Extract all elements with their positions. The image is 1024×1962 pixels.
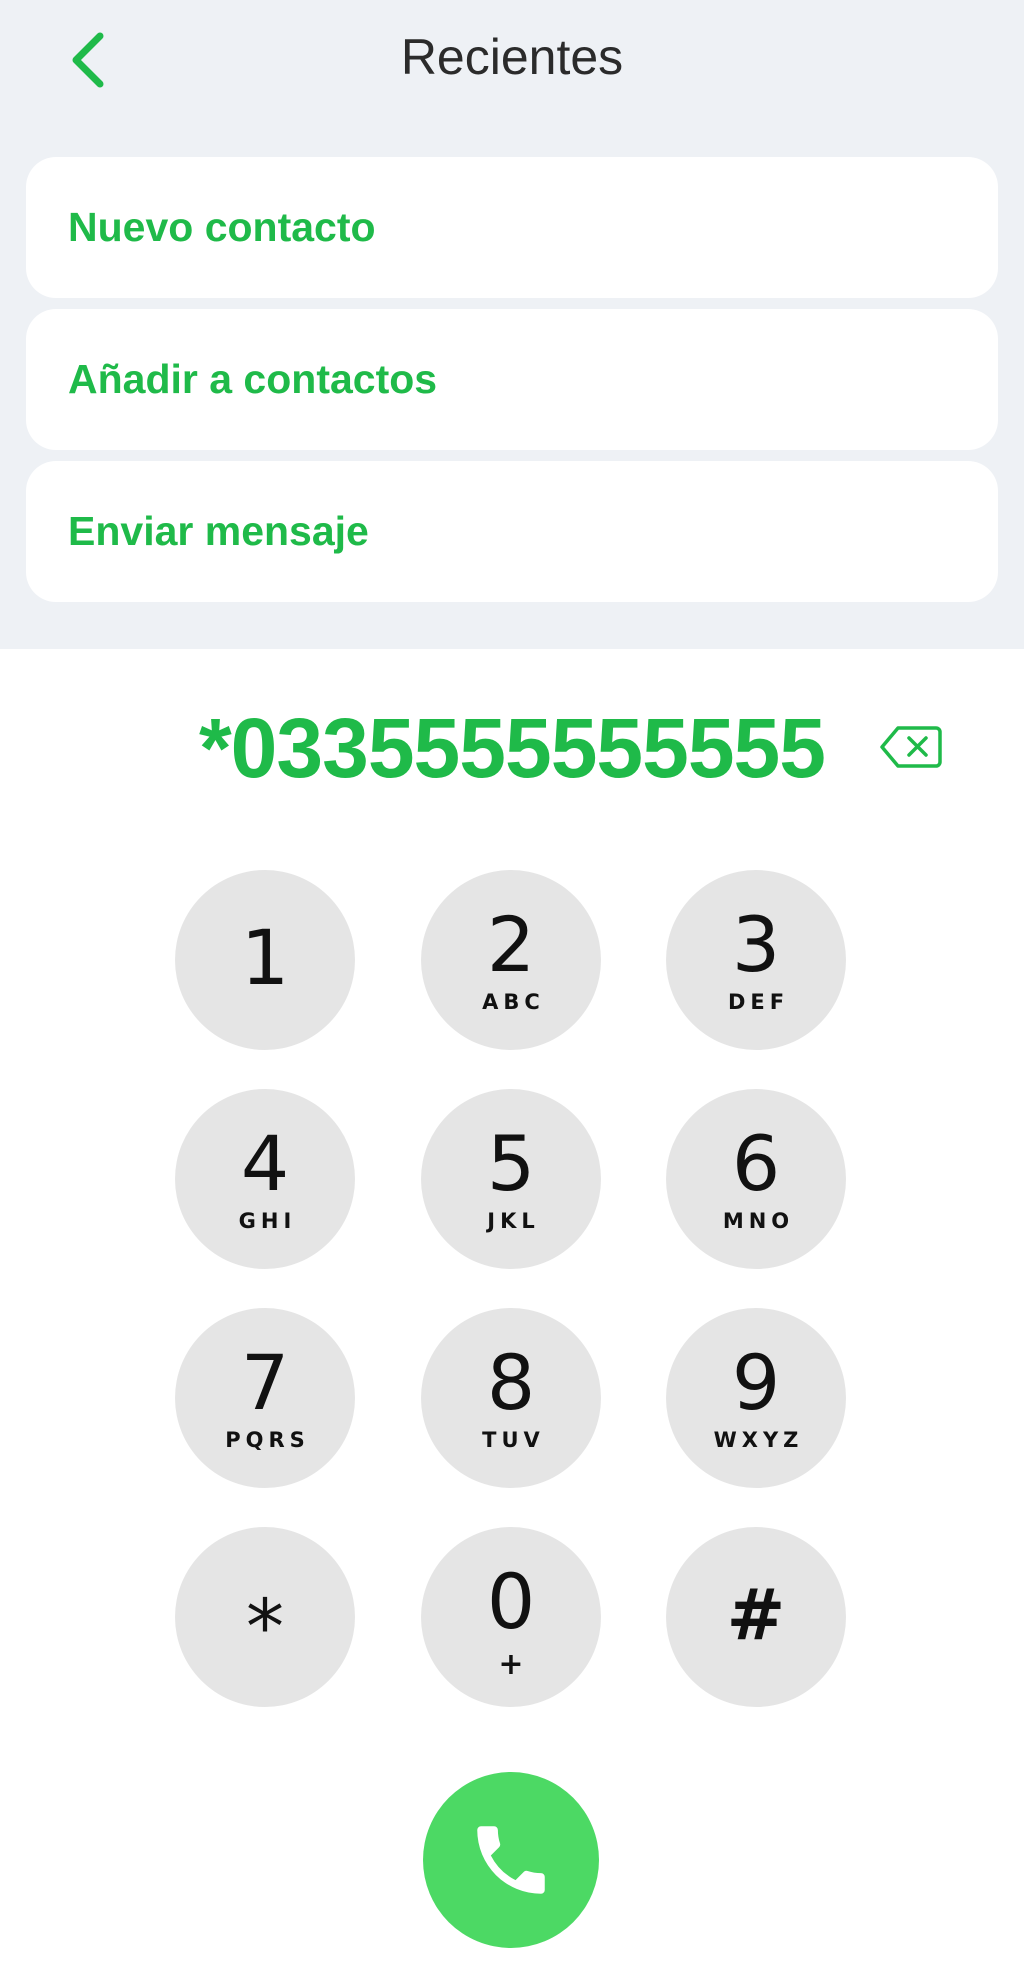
key-digit: # <box>726 1574 786 1656</box>
key-4[interactable]: 4 GHI <box>175 1089 355 1269</box>
add-to-contacts-label: Añadir a contactos <box>68 356 438 402</box>
key-digit: 5 <box>486 1119 536 1208</box>
key-digit: 4 <box>240 1119 290 1208</box>
key-digit: 3 <box>731 900 781 989</box>
key-letters: PQRS <box>225 1428 310 1452</box>
number-display-row: *0335555555555 <box>0 700 1024 800</box>
header: Recientes <box>0 0 1024 122</box>
key-digit: 1 <box>240 913 290 1002</box>
send-message-button[interactable]: Enviar mensaje <box>26 461 998 602</box>
key-letters: + <box>498 1647 524 1682</box>
key-9[interactable]: 9 WXYZ <box>666 1308 846 1488</box>
key-digit: * <box>246 1582 284 1671</box>
page-title: Recientes <box>400 29 624 85</box>
add-to-contacts-button[interactable]: Añadir a contactos <box>26 309 998 450</box>
call-button[interactable] <box>423 1772 599 1948</box>
key-digit: 9 <box>731 1338 781 1427</box>
key-1[interactable]: 1 <box>175 870 355 1050</box>
key-8[interactable]: 8 TUV <box>421 1308 601 1488</box>
key-letters: ABC <box>482 990 545 1014</box>
send-message-label: Enviar mensaje <box>68 508 369 554</box>
key-digit: 6 <box>731 1119 781 1208</box>
top-area: Recientes Nuevo contacto Añadir a contac… <box>0 0 1024 649</box>
key-2[interactable]: 2 ABC <box>421 870 601 1050</box>
new-contact-button[interactable]: Nuevo contacto <box>26 157 998 298</box>
key-letters: MNO <box>722 1209 795 1233</box>
key-7[interactable]: 7 PQRS <box>175 1308 355 1488</box>
key-digit: 7 <box>240 1338 290 1427</box>
key-star[interactable]: * <box>175 1527 355 1707</box>
backspace-icon <box>880 726 942 768</box>
key-letters: JKL <box>487 1209 540 1233</box>
key-6[interactable]: 6 MNO <box>666 1089 846 1269</box>
key-letters: DEF <box>727 990 790 1014</box>
key-letters: TUV <box>482 1428 545 1452</box>
key-5[interactable]: 5 JKL <box>421 1089 601 1269</box>
key-0[interactable]: 0 + <box>421 1527 601 1707</box>
backspace-button[interactable] <box>880 722 942 772</box>
key-hash[interactable]: # <box>666 1527 846 1707</box>
key-digit: 2 <box>486 900 536 989</box>
dialed-number: *0335555555555 <box>198 701 826 795</box>
key-digit: 0 <box>486 1557 536 1646</box>
key-digit: 8 <box>486 1338 536 1427</box>
phone-icon <box>477 1826 545 1894</box>
key-letters: WXYZ <box>713 1428 804 1452</box>
key-3[interactable]: 3 DEF <box>666 870 846 1050</box>
key-letters: GHI <box>238 1209 297 1233</box>
new-contact-label: Nuevo contacto <box>68 204 376 250</box>
